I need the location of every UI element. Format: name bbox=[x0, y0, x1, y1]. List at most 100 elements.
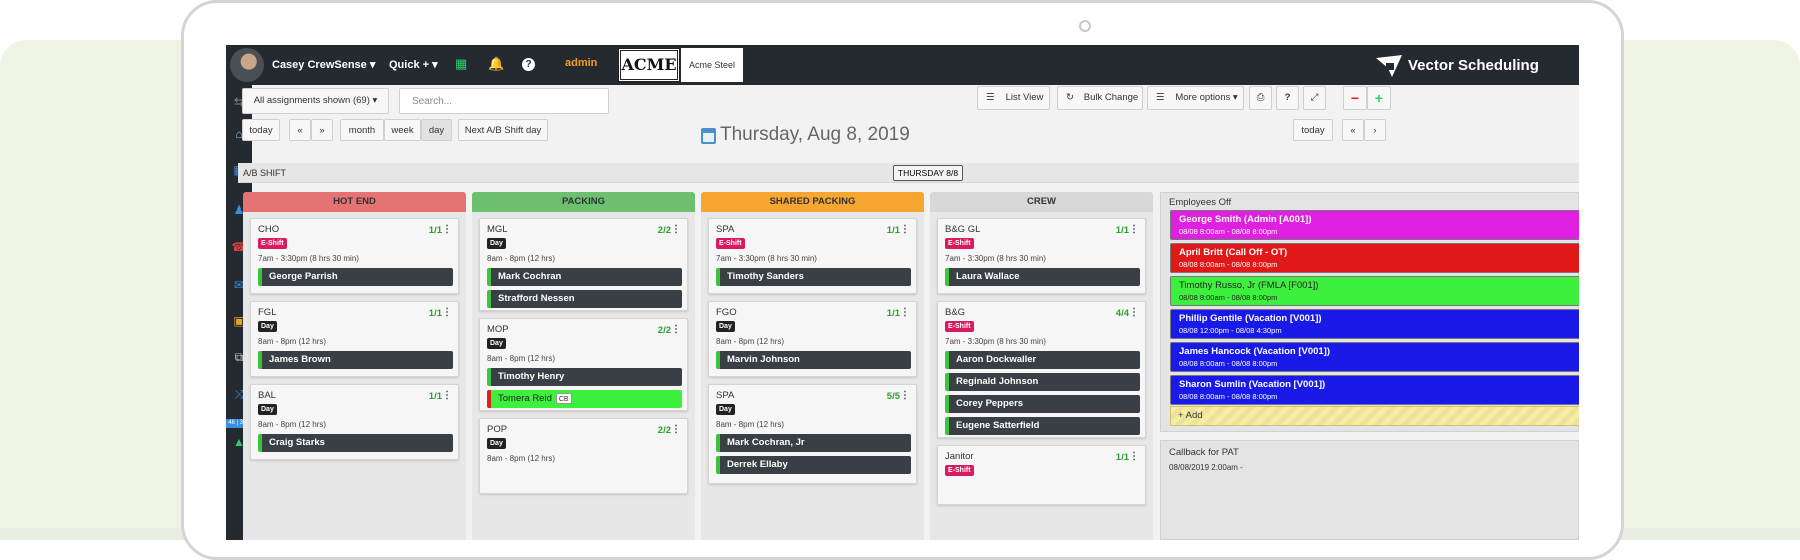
employee-off-item[interactable]: Sharon Sumlin (Vacation [V001]) 08/08 8:0… bbox=[1170, 375, 1579, 405]
assignment-card[interactable]: SPA 1/1 ⋮ E-Shift 7am - 3:30pm (8 hrs 30… bbox=[708, 218, 917, 294]
today-right-button[interactable]: today bbox=[1293, 119, 1333, 141]
employee-chip[interactable]: Reginald Johnson bbox=[945, 373, 1140, 391]
assignment-card[interactable]: BAL 1/1 ⋮ Day 8am - 8pm (12 hrs) Craig S… bbox=[250, 384, 459, 460]
shift-tag: Day bbox=[258, 321, 277, 332]
employee-off-item[interactable]: George Smith (Admin [A001]) 08/08 8:00am … bbox=[1170, 210, 1579, 240]
assignment-card[interactable]: MOP 2/2 ⋮ Day 8am - 8pm (12 hrs) Timothy… bbox=[479, 318, 688, 411]
day-label[interactable]: THURSDAY 8/8 bbox=[893, 165, 963, 181]
calendar-icon bbox=[701, 128, 716, 144]
assignments-filter[interactable]: All assignments shown (69) ▾ bbox=[242, 88, 389, 114]
employee-chip[interactable]: Mark Cochran bbox=[487, 268, 682, 286]
column-header-hot-end[interactable]: HOT END bbox=[243, 192, 466, 212]
employee-chip[interactable]: Corey Peppers bbox=[945, 395, 1140, 413]
bell-icon[interactable]: 🔔 bbox=[488, 56, 504, 72]
assignment-card[interactable]: CHO 1/1 ⋮ E-Shift 7am - 3:30pm (8 hrs 30… bbox=[250, 218, 459, 294]
expand-button[interactable]: ⤢ bbox=[1303, 86, 1326, 110]
week-view-button[interactable]: week bbox=[384, 119, 421, 141]
user-menu[interactable]: Casey CrewSense ▾ bbox=[272, 58, 375, 71]
next-ab-shift-button[interactable]: Next A/B Shift day bbox=[458, 119, 548, 141]
card-time: 7am - 3:30pm (8 hrs 30 min) bbox=[945, 337, 1046, 346]
column-header-packing[interactable]: PACKING bbox=[472, 192, 695, 212]
employee-chip[interactable]: James Brown bbox=[258, 351, 453, 369]
kebab-menu-icon[interactable]: ⋮ bbox=[671, 224, 681, 235]
callback-panel: Callback for PAT 08/08/2019 2:00am - bbox=[1160, 440, 1579, 540]
card-time: 8am - 8pm (12 hrs) bbox=[258, 337, 327, 346]
help-button[interactable]: ? bbox=[1276, 86, 1299, 110]
search-input[interactable]: Search... bbox=[399, 88, 609, 114]
employee-off-time: 08/08 12:00pm - 08/08 4:30pm bbox=[1179, 326, 1282, 335]
menu-icon: ☰ bbox=[1156, 92, 1165, 103]
avatar[interactable] bbox=[230, 48, 264, 82]
assignment-card[interactable]: B&G GL 1/1 ⋮ E-Shift 7am - 3:30pm (8 hrs… bbox=[937, 218, 1146, 294]
employee-off-name: April Britt (Call Off - OT) bbox=[1179, 247, 1288, 258]
card-time: 8am - 8pm (12 hrs) bbox=[487, 354, 556, 363]
employee-off-item[interactable]: Timothy Russo, Jr (FMLA [F001]) 08/08 8:0… bbox=[1170, 276, 1579, 306]
next-button[interactable]: » bbox=[311, 119, 333, 141]
kebab-menu-icon[interactable]: ⋮ bbox=[1129, 451, 1139, 462]
kebab-menu-icon[interactable]: ⋮ bbox=[1129, 224, 1139, 235]
assignment-card[interactable]: FGO 1/1 ⋮ Day 8am - 8pm (12 hrs) Marvin … bbox=[708, 301, 917, 377]
month-view-button[interactable]: month bbox=[340, 119, 384, 141]
assignment-card[interactable]: POP 2/2 ⋮ Day 8am - 8pm (12 hrs) bbox=[479, 418, 688, 494]
shift-tag: E-Shift bbox=[945, 321, 974, 332]
zoom-in-button[interactable]: + bbox=[1367, 86, 1391, 110]
day-view-button[interactable]: day bbox=[421, 119, 452, 141]
card-count: 2/2 bbox=[657, 425, 671, 436]
top-navbar: Casey CrewSense ▾ Quick + ▾ ▦ 🔔 ? admin … bbox=[226, 45, 1579, 85]
list-view-button[interactable]: ☰ List View bbox=[977, 86, 1050, 110]
zoom-out-button[interactable]: − bbox=[1343, 86, 1367, 110]
employee-chip-callback[interactable]: Tomera Reid CB bbox=[487, 390, 682, 408]
employee-off-time: 08/08 8:00am - 08/08 8:00pm bbox=[1179, 359, 1278, 368]
employee-chip[interactable]: Mark Cochran, Jr bbox=[716, 434, 911, 452]
kebab-menu-icon[interactable]: ⋮ bbox=[671, 424, 681, 435]
assignment-card[interactable]: MGL 2/2 ⋮ Day 8am - 8pm (12 hrs) Mark Co… bbox=[479, 218, 688, 311]
more-options-button[interactable]: ☰ More options ▾ bbox=[1147, 86, 1244, 110]
card-count: 2/2 bbox=[657, 325, 671, 336]
assignment-card[interactable]: Janitor 1/1 ⋮ E-Shift bbox=[937, 445, 1146, 505]
prev-right-button[interactable]: « bbox=[1342, 119, 1364, 141]
column-header-shared-packing[interactable]: SHARED PACKING bbox=[701, 192, 924, 212]
card-code: BAL bbox=[258, 390, 276, 401]
column-header-crew[interactable]: CREW bbox=[930, 192, 1153, 212]
card-count: 1/1 bbox=[886, 225, 900, 236]
employee-chip[interactable]: Craig Starks bbox=[258, 434, 453, 452]
help-icon[interactable]: ? bbox=[522, 58, 535, 71]
add-employee-off-button[interactable]: + Add bbox=[1170, 406, 1579, 426]
employee-off-item[interactable]: Phillip Gentile (Vacation [V001]) 08/08 1… bbox=[1170, 309, 1579, 339]
employees-off-panel: Employees Off George Smith (Admin [A001]… bbox=[1160, 192, 1579, 432]
card-code: FGL bbox=[258, 307, 277, 318]
kebab-menu-icon[interactable]: ⋮ bbox=[442, 390, 452, 401]
employee-chip[interactable]: Timothy Sanders bbox=[716, 268, 911, 286]
kebab-menu-icon[interactable]: ⋮ bbox=[442, 224, 452, 235]
kebab-menu-icon[interactable]: ⋮ bbox=[1129, 307, 1139, 318]
employee-off-item[interactable]: April Britt (Call Off - OT) 08/08 8:00am … bbox=[1170, 243, 1579, 273]
kebab-menu-icon[interactable]: ⋮ bbox=[900, 224, 910, 235]
admin-link[interactable]: admin bbox=[565, 57, 597, 69]
bulk-change-button[interactable]: ↻ Bulk Change bbox=[1057, 86, 1143, 110]
employee-off-item[interactable]: James Hancock (Vacation [V001]) 08/08 8:0… bbox=[1170, 342, 1579, 372]
assignment-card[interactable]: B&G 4/4 ⋮ E-Shift 7am - 3:30pm (8 hrs 30… bbox=[937, 301, 1146, 438]
employee-chip[interactable]: Laura Wallace bbox=[945, 268, 1140, 286]
employee-off-time: 08/08 8:00am - 08/08 8:00pm bbox=[1179, 293, 1278, 302]
assignment-card[interactable]: SPA 5/5 ⋮ Day 8am - 8pm (12 hrs) Mark Co… bbox=[708, 384, 917, 484]
shift-label: A/B SHIFT bbox=[243, 168, 287, 178]
kebab-menu-icon[interactable]: ⋮ bbox=[900, 390, 910, 401]
print-button[interactable]: ⎙ bbox=[1249, 86, 1272, 110]
prev-button[interactable]: « bbox=[289, 119, 311, 141]
employee-chip[interactable]: George Parrish bbox=[258, 268, 453, 286]
quick-menu[interactable]: Quick + ▾ bbox=[389, 58, 438, 71]
employee-chip[interactable]: Eugene Satterfield bbox=[945, 417, 1140, 435]
employee-chip[interactable]: Marvin Johnson bbox=[716, 351, 911, 369]
employee-chip[interactable]: Strafford Nessen bbox=[487, 290, 682, 308]
next-right-button[interactable]: › bbox=[1364, 119, 1386, 141]
kebab-menu-icon[interactable]: ⋮ bbox=[442, 307, 452, 318]
card-code: FGO bbox=[716, 307, 737, 318]
employee-chip[interactable]: Timothy Henry bbox=[487, 368, 682, 386]
today-button[interactable]: today bbox=[242, 119, 280, 141]
kebab-menu-icon[interactable]: ⋮ bbox=[671, 324, 681, 335]
schedule-icon[interactable]: ▦ bbox=[455, 56, 467, 72]
kebab-menu-icon[interactable]: ⋮ bbox=[900, 307, 910, 318]
assignment-card[interactable]: FGL 1/1 ⋮ Day 8am - 8pm (12 hrs) James B… bbox=[250, 301, 459, 377]
employee-chip[interactable]: Aaron Dockwaller bbox=[945, 351, 1140, 369]
employee-chip[interactable]: Derrek Ellaby bbox=[716, 456, 911, 474]
